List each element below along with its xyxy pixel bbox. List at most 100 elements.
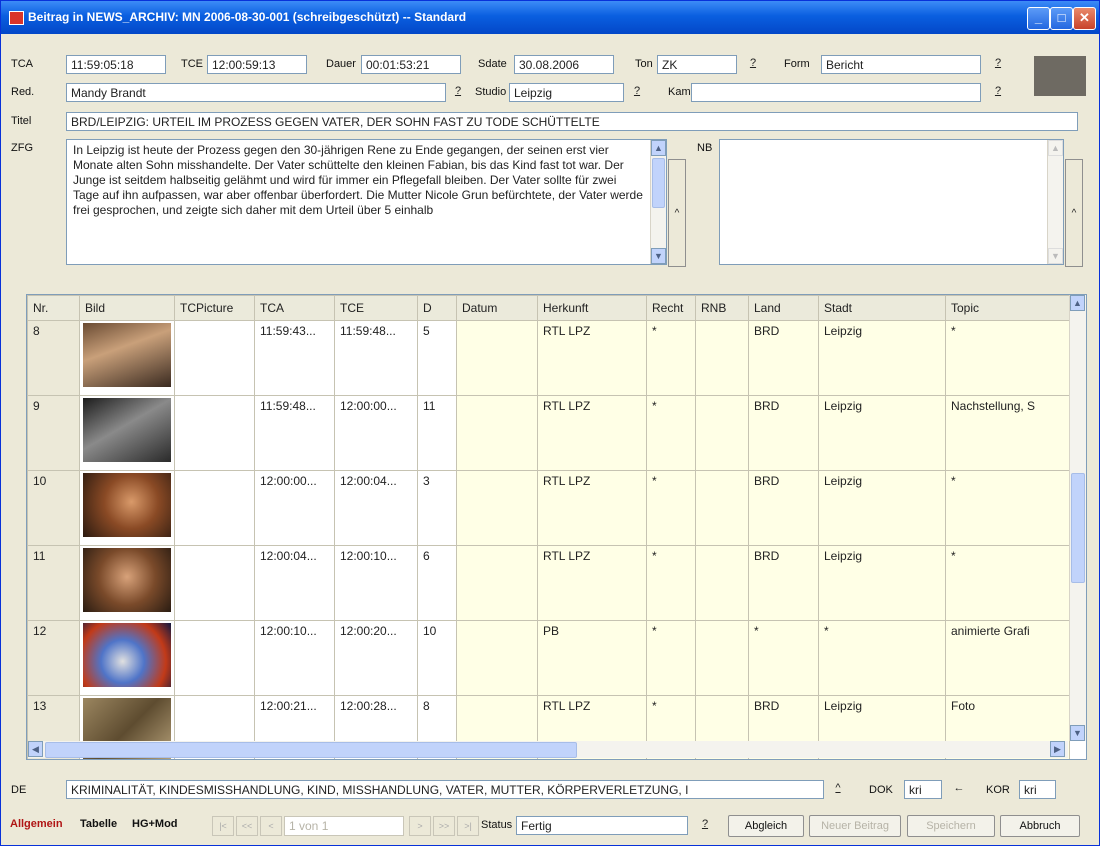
- tca-field[interactable]: 11:59:05:18: [66, 55, 166, 74]
- kam-field[interactable]: [691, 83, 981, 102]
- table-row[interactable]: 11 12:00:04... 12:00:10... 6 RTL LPZ * BRD Leip…: [27, 545, 1070, 621]
- cell-tcpicture[interactable]: [174, 545, 255, 621]
- scroll-up-icon[interactable]: ▲: [1048, 140, 1063, 156]
- form-help-button[interactable]: ?: [987, 55, 1009, 74]
- red-help-button[interactable]: ?: [447, 83, 469, 102]
- cell-datum[interactable]: [456, 395, 538, 471]
- table-row[interactable]: 10 12:00:00... 12:00:04... 3 RTL LPZ * BRD Leip…: [27, 470, 1070, 546]
- cell-tcpicture[interactable]: [174, 320, 255, 396]
- neuer-beitrag-button[interactable]: Neuer Beitrag: [809, 815, 901, 837]
- cell-bild[interactable]: [79, 470, 175, 546]
- titel-field[interactable]: BRD/LEIPZIG: URTEIL IM PROZESS GEGEN VAT…: [66, 112, 1078, 131]
- de-field[interactable]: KRIMINALITÄT, KINDESMISSHANDLUNG, KIND, …: [66, 780, 824, 799]
- cell-topic[interactable]: *: [945, 320, 1070, 396]
- cell-rnb[interactable]: [695, 620, 749, 696]
- column-header-topic[interactable]: Topic: [945, 295, 1070, 321]
- red-field[interactable]: Mandy Brandt: [66, 83, 446, 102]
- cell-tce[interactable]: 12:00:20...: [334, 620, 418, 696]
- cell-d[interactable]: 3: [417, 470, 457, 546]
- cell-tcpicture[interactable]: [174, 395, 255, 471]
- cell-d[interactable]: 10: [417, 620, 457, 696]
- cell-topic[interactable]: animierte Grafi: [945, 620, 1070, 696]
- cell-land[interactable]: BRD: [748, 470, 819, 546]
- cell-tcpicture[interactable]: [174, 620, 255, 696]
- dok-arrow-button[interactable]: ←: [948, 780, 970, 799]
- cell-topic[interactable]: *: [945, 470, 1070, 546]
- table-row[interactable]: 12 12:00:10... 12:00:20... 10 PB * * * animierte…: [27, 620, 1070, 696]
- column-header-stadt[interactable]: Stadt: [818, 295, 946, 321]
- cell-recht[interactable]: *: [646, 470, 696, 546]
- prev-record-button[interactable]: <: [260, 816, 282, 836]
- next-page-button[interactable]: >>: [433, 816, 455, 836]
- column-header-datum[interactable]: Datum: [456, 295, 538, 321]
- table-vertical-scrollbar[interactable]: ▲ ▼: [1069, 295, 1086, 741]
- cell-bild[interactable]: [79, 320, 175, 396]
- cell-tce[interactable]: 11:59:48...: [334, 320, 418, 396]
- studio-help-button[interactable]: ?: [626, 83, 648, 102]
- scroll-down-icon[interactable]: ▼: [1048, 248, 1063, 264]
- cell-tca[interactable]: 12:00:10...: [254, 620, 335, 696]
- cell-tce[interactable]: 12:00:04...: [334, 470, 418, 546]
- cell-nr[interactable]: 10: [27, 470, 80, 546]
- cell-bild[interactable]: [79, 545, 175, 621]
- zfg-scroll-thumb[interactable]: [652, 158, 665, 208]
- cell-datum[interactable]: [456, 470, 538, 546]
- cell-d[interactable]: 11: [417, 395, 457, 471]
- column-header-rnb[interactable]: RNB: [695, 295, 749, 321]
- scroll-up-icon[interactable]: ▲: [1070, 295, 1085, 311]
- form-field[interactable]: Bericht: [821, 55, 981, 74]
- cell-stadt[interactable]: *: [818, 620, 946, 696]
- abgleich-button[interactable]: Abgleich: [728, 815, 804, 837]
- cell-nr[interactable]: 8: [27, 320, 80, 396]
- cell-tce[interactable]: 12:00:00...: [334, 395, 418, 471]
- next-record-button[interactable]: >: [409, 816, 431, 836]
- last-record-button[interactable]: >|: [457, 816, 479, 836]
- cell-tca[interactable]: 11:59:48...: [254, 395, 335, 471]
- nb-expand-button[interactable]: ^: [1065, 159, 1083, 267]
- cell-herkunft[interactable]: PB: [537, 620, 647, 696]
- scroll-up-icon[interactable]: ▲: [651, 140, 666, 156]
- first-record-button[interactable]: |<: [212, 816, 234, 836]
- cell-tce[interactable]: 12:00:10...: [334, 545, 418, 621]
- cell-datum[interactable]: [456, 620, 538, 696]
- column-header-tcpicture[interactable]: TCPicture: [174, 295, 255, 321]
- cell-herkunft[interactable]: RTL LPZ: [537, 470, 647, 546]
- record-counter[interactable]: 1 von 1: [284, 816, 404, 836]
- studio-field[interactable]: Leipzig: [509, 83, 624, 102]
- dok-field[interactable]: kri: [904, 780, 942, 799]
- table-horizontal-scrollbar[interactable]: ◀ ▶: [28, 741, 1068, 758]
- cell-d[interactable]: 5: [417, 320, 457, 396]
- cell-bild[interactable]: [79, 395, 175, 471]
- cell-stadt[interactable]: Leipzig: [818, 545, 946, 621]
- table-vscroll-thumb[interactable]: [1071, 473, 1085, 583]
- cell-datum[interactable]: [456, 320, 538, 396]
- thumbnail-image[interactable]: [83, 398, 171, 462]
- cell-stadt[interactable]: Leipzig: [818, 395, 946, 471]
- status-help-button[interactable]: ?: [694, 816, 716, 835]
- column-header-land[interactable]: Land: [748, 295, 819, 321]
- tce-field[interactable]: 12:00:59:13: [207, 55, 307, 74]
- abbruch-button[interactable]: Abbruch: [1000, 815, 1080, 837]
- de-expand-button[interactable]: ^: [827, 780, 849, 799]
- tab-hg-mod[interactable]: HG+Mod: [132, 818, 178, 830]
- cell-recht[interactable]: *: [646, 395, 696, 471]
- thumbnail-image[interactable]: [83, 473, 171, 537]
- kam-help-button[interactable]: ?: [987, 83, 1009, 102]
- scroll-right-icon[interactable]: ▶: [1050, 741, 1065, 757]
- cell-tca[interactable]: 11:59:43...: [254, 320, 335, 396]
- status-field[interactable]: Fertig: [516, 816, 688, 835]
- cell-rnb[interactable]: [695, 470, 749, 546]
- tab-allgemein[interactable]: Allgemein: [10, 818, 63, 830]
- kor-field[interactable]: kri: [1019, 780, 1056, 799]
- cell-rnb[interactable]: [695, 320, 749, 396]
- cell-land[interactable]: *: [748, 620, 819, 696]
- cell-nr[interactable]: 9: [27, 395, 80, 471]
- cell-herkunft[interactable]: RTL LPZ: [537, 395, 647, 471]
- column-header-bild[interactable]: Bild: [79, 295, 175, 321]
- nb-scrollbar[interactable]: ▲ ▼: [1047, 140, 1063, 264]
- close-button[interactable]: ✕: [1073, 7, 1096, 30]
- scroll-left-icon[interactable]: ◀: [28, 741, 43, 757]
- cell-land[interactable]: BRD: [748, 320, 819, 396]
- ton-help-button[interactable]: ?: [742, 55, 764, 74]
- table-row[interactable]: 9 11:59:48... 12:00:00... 11 RTL LPZ * BRD Leip…: [27, 395, 1070, 471]
